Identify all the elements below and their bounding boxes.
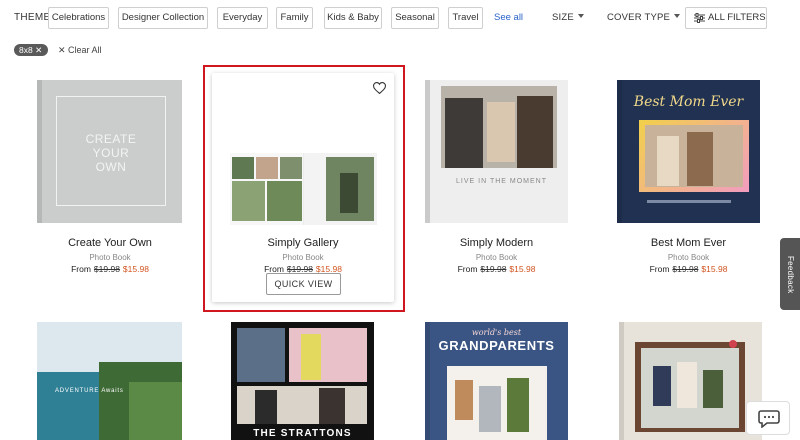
product-title[interactable]: Simply Modern (418, 237, 575, 249)
product-cover-image[interactable]: LIVE IN THE MOMENT (425, 80, 568, 223)
product-cover-image[interactable]: CREATE YOUR OWN (37, 80, 182, 223)
size-dropdown-label: SIZE (552, 12, 574, 23)
heart-icon[interactable] (373, 82, 386, 94)
chip-family[interactable]: Family (276, 7, 313, 29)
cover-text: Best Mom Ever (633, 94, 744, 110)
product-subtitle: Photo Book (282, 253, 324, 262)
cover-text: ADVENTURE Awaits (55, 388, 124, 394)
quick-view-button[interactable]: QUICK VIEW (266, 273, 341, 295)
product-cover-image[interactable] (619, 322, 762, 440)
chip-travel[interactable]: Travel (448, 7, 483, 29)
product-cover-image[interactable]: world's best GRANDPARENTS (425, 322, 568, 440)
product-cover-image[interactable] (230, 153, 377, 225)
clear-all-link[interactable]: ✕ Clear All (58, 44, 102, 56)
all-filters-button[interactable]: ALL FILTERS (685, 7, 767, 29)
product-price: From $19.98 $15.98 (610, 264, 767, 274)
product-cover-image[interactable]: ADVENTURE Awaits (37, 322, 182, 440)
sliders-icon (694, 13, 705, 23)
cover-text-top: world's best (471, 328, 522, 337)
cover-type-dropdown-label: COVER TYPE (607, 12, 671, 23)
product-subtitle: Photo Book (667, 253, 710, 262)
see-all-link[interactable]: See all (494, 12, 523, 23)
active-filter-chip[interactable]: 8x8 ✕ (14, 44, 49, 56)
cover-type-dropdown[interactable]: COVER TYPE (607, 12, 681, 23)
chevron-down-icon (577, 14, 584, 18)
chip-designer-collection[interactable]: Designer Collection (118, 7, 208, 29)
chip-everyday[interactable]: Everyday (217, 7, 268, 29)
price-from-label: From (457, 264, 478, 274)
original-price: $19.98 (672, 264, 699, 274)
product-price: From $19.98 $15.98 (30, 264, 190, 274)
product-title[interactable]: Simply Gallery (212, 237, 394, 249)
product-subtitle: Photo Book (475, 253, 518, 262)
filter-bar: THEME Celebrations Designer Collection E… (0, 0, 800, 38)
price-from-label: From (649, 264, 670, 274)
cover-text: GRANDPARENTS (438, 338, 555, 353)
product-title[interactable]: Create Your Own (30, 237, 190, 249)
product-cover-image[interactable]: THE STRATTONS (231, 322, 374, 440)
cover-text: LIVE IN THE MOMENT (456, 178, 547, 185)
product-cover-image[interactable]: Best Mom Ever (617, 80, 760, 223)
original-price: $19.98 (480, 264, 507, 274)
chip-kids-baby[interactable]: Kids & Baby (324, 7, 382, 29)
sale-price: $15.98 (701, 264, 728, 274)
sale-price: $15.98 (122, 264, 149, 274)
price-from-label: From (71, 264, 91, 274)
chat-button[interactable] (746, 401, 790, 435)
size-dropdown[interactable]: SIZE (552, 12, 584, 23)
product-card[interactable]: Best Mom Ever Best Mom Ever Photo Book F… (610, 72, 800, 322)
chevron-down-icon (674, 14, 681, 18)
feedback-label: Feedback (786, 256, 795, 294)
product-card[interactable]: LIVE IN THE MOMENT Simply Modern Photo B… (418, 72, 612, 322)
original-price: $19.98 (93, 264, 120, 274)
cover-text: THE STRATTONS (253, 428, 352, 439)
chip-celebrations[interactable]: Celebrations (48, 7, 109, 29)
chat-icon (758, 410, 780, 428)
feedback-tab[interactable]: Feedback (780, 238, 800, 310)
all-filters-label: ALL FILTERS (708, 12, 766, 23)
product-title[interactable]: Best Mom Ever (610, 237, 767, 249)
theme-label: THEME (14, 12, 51, 23)
product-subtitle: Photo Book (89, 253, 131, 262)
sale-price: $15.98 (509, 264, 536, 274)
chip-seasonal[interactable]: Seasonal (391, 7, 439, 29)
product-price: From $19.98 $15.98 (418, 264, 575, 274)
product-card[interactable]: CREATE YOUR OWN Create Your Own Photo Book… (30, 72, 224, 322)
